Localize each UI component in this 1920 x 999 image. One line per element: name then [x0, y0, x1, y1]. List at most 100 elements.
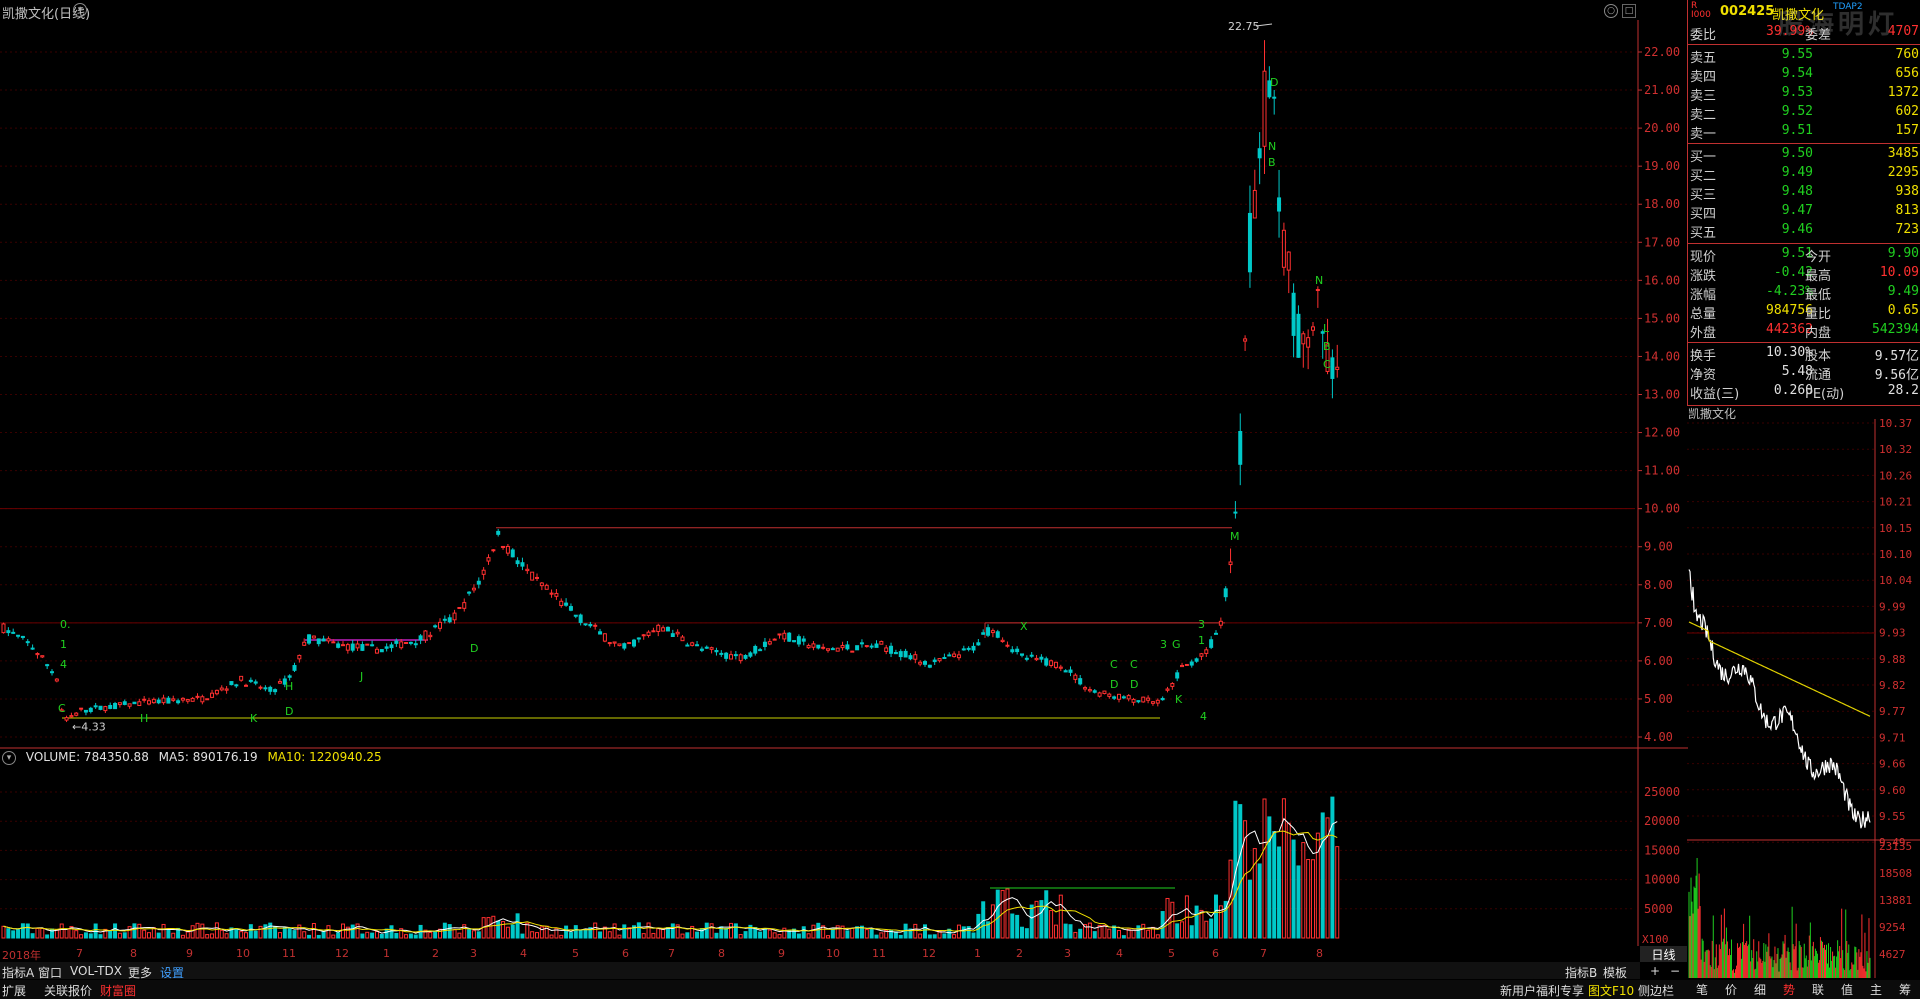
volume-bar [593, 922, 598, 939]
side-tab-1[interactable]: 价 [1717, 981, 1745, 998]
ext-tab-right-0[interactable]: 新用户福利专享 [1500, 982, 1584, 999]
candle-body [835, 647, 840, 652]
volume-bar [234, 928, 239, 939]
order-volume: 813 [1895, 203, 1919, 218]
side-tab-3[interactable]: 势 [1775, 981, 1803, 998]
kline-chart[interactable]: 22.75←4.330.14CH KHDJDXCDCD3 GK31DNBNLBCM4… [0, 0, 1688, 962]
volume-bar [1068, 924, 1073, 939]
tab-right-2[interactable]: + [1650, 964, 1660, 978]
volume-bar [1053, 924, 1058, 939]
ext-tab-right-2[interactable]: 侧边栏 [1638, 982, 1674, 999]
candle-body [627, 642, 632, 645]
candle-body [1180, 664, 1185, 668]
weibi-label: 委比 [1690, 28, 1717, 43]
side-tab-0[interactable]: 笔 [1688, 981, 1716, 998]
volume-bar [1136, 925, 1141, 939]
price-tick-label: 19.00 [1644, 159, 1680, 173]
date-tick: 2018年 [2, 949, 41, 962]
volume-bar [680, 933, 685, 939]
candle-body [467, 591, 472, 594]
volume-bar [1063, 923, 1068, 939]
order-price: 9.52 [1781, 104, 1813, 119]
tab-0[interactable]: 指标A [2, 964, 34, 981]
stat-cell: 内盘 [1805, 326, 1832, 341]
candle-body [268, 686, 273, 692]
volume-bar [83, 932, 88, 939]
volume-bar [171, 932, 176, 939]
tab-right-0[interactable]: 指标B [1565, 964, 1597, 981]
intraday-chart[interactable]: 10.37 10.32 10.26 10.21 10.15 10.10 10.04 9.99 9… [1687, 405, 1920, 978]
order-label: 买五 [1690, 226, 1717, 241]
order-volume: 3485 [1887, 146, 1919, 161]
candle-body [850, 650, 855, 653]
candle-body [418, 635, 423, 641]
intraday-price-label: 9.71 [1879, 731, 1906, 744]
price-tick-label: 16.00 [1644, 273, 1680, 287]
tab-right-1[interactable]: 模板 [1603, 964, 1627, 981]
candle-body [166, 697, 171, 704]
date-tick: 12 [335, 947, 349, 960]
tab-right-3[interactable]: − [1670, 964, 1680, 978]
order-volume: 656 [1895, 66, 1919, 81]
volume-dropdown-icon[interactable]: ▾ [2, 750, 16, 765]
candle-body [1252, 189, 1257, 219]
weicha-label: 委差 [1805, 28, 1832, 43]
candle-body [675, 631, 680, 635]
price-tick-label: 13.00 [1644, 388, 1680, 402]
candle-body [898, 651, 903, 658]
stat-cell: 9.90 [1887, 246, 1919, 261]
ext-tab-1[interactable]: 关联报价 [44, 982, 92, 999]
side-tab-5[interactable]: 值 [1833, 981, 1861, 998]
volume-bar [855, 926, 860, 939]
signal-mark: L [1323, 322, 1330, 335]
volume-bar [374, 931, 379, 939]
side-tab-2[interactable]: 细 [1746, 981, 1774, 998]
volume-bar [530, 931, 535, 939]
tab-3[interactable]: 更多 [128, 964, 152, 981]
volume-bar [132, 923, 137, 939]
volume-bar [113, 923, 118, 939]
order-price: 9.47 [1781, 203, 1813, 218]
low-price-label: ←4.33 [72, 720, 106, 733]
volume-tick-label: 5000 [1644, 902, 1673, 916]
side-tab-7[interactable]: 筹 [1891, 981, 1919, 998]
candle-body [11, 631, 16, 634]
candle-body [961, 648, 966, 651]
candle-body [777, 633, 782, 636]
stat-row: 换手 10.30% 股本 9.57亿 [1688, 345, 1920, 364]
volume-bar [1194, 905, 1199, 939]
candle-body [923, 661, 927, 665]
date-tick: 8 [1316, 947, 1323, 960]
ext-tab-0[interactable]: 扩展 [2, 982, 26, 999]
tab-4[interactable]: 设置 [160, 964, 184, 981]
signal-mark: D [1270, 76, 1278, 89]
side-tab-4[interactable]: 联 [1804, 981, 1832, 998]
signal-mark: X [1020, 620, 1028, 633]
candle-body [1131, 698, 1136, 703]
volume-bar [607, 931, 612, 939]
tab-2[interactable]: VOL-TDX [70, 964, 122, 978]
candle-body [1058, 666, 1063, 669]
candle-body [927, 664, 932, 668]
candle-body [321, 638, 326, 642]
stat-cell: 542394 [1872, 322, 1919, 337]
candle-body [399, 641, 404, 649]
intraday-price-label: 9.99 [1879, 600, 1906, 613]
candle-body [45, 664, 50, 667]
candle-body [1189, 661, 1194, 666]
signal-mark: M [1230, 530, 1240, 543]
stat-row: 总量 984756 量比 0.65 [1688, 303, 1920, 322]
date-tick: 11 [872, 947, 886, 960]
candle-body [1078, 678, 1083, 685]
volume-bar [147, 932, 151, 939]
volume-bar [476, 931, 481, 939]
tab-1[interactable]: 窗口 [38, 964, 62, 981]
ext-tab-right-1[interactable]: 图文F10 [1588, 982, 1634, 999]
volume-bar [64, 928, 69, 939]
ext-tab-2[interactable]: 财富圈 [100, 982, 136, 999]
period-button[interactable]: 日线 [1640, 946, 1687, 962]
side-tab-6[interactable]: 主 [1862, 981, 1890, 998]
volume-tick-label: 20000 [1644, 814, 1680, 828]
signal-mark: N [1268, 140, 1276, 153]
r-badge: R I000 [1691, 1, 1711, 20]
